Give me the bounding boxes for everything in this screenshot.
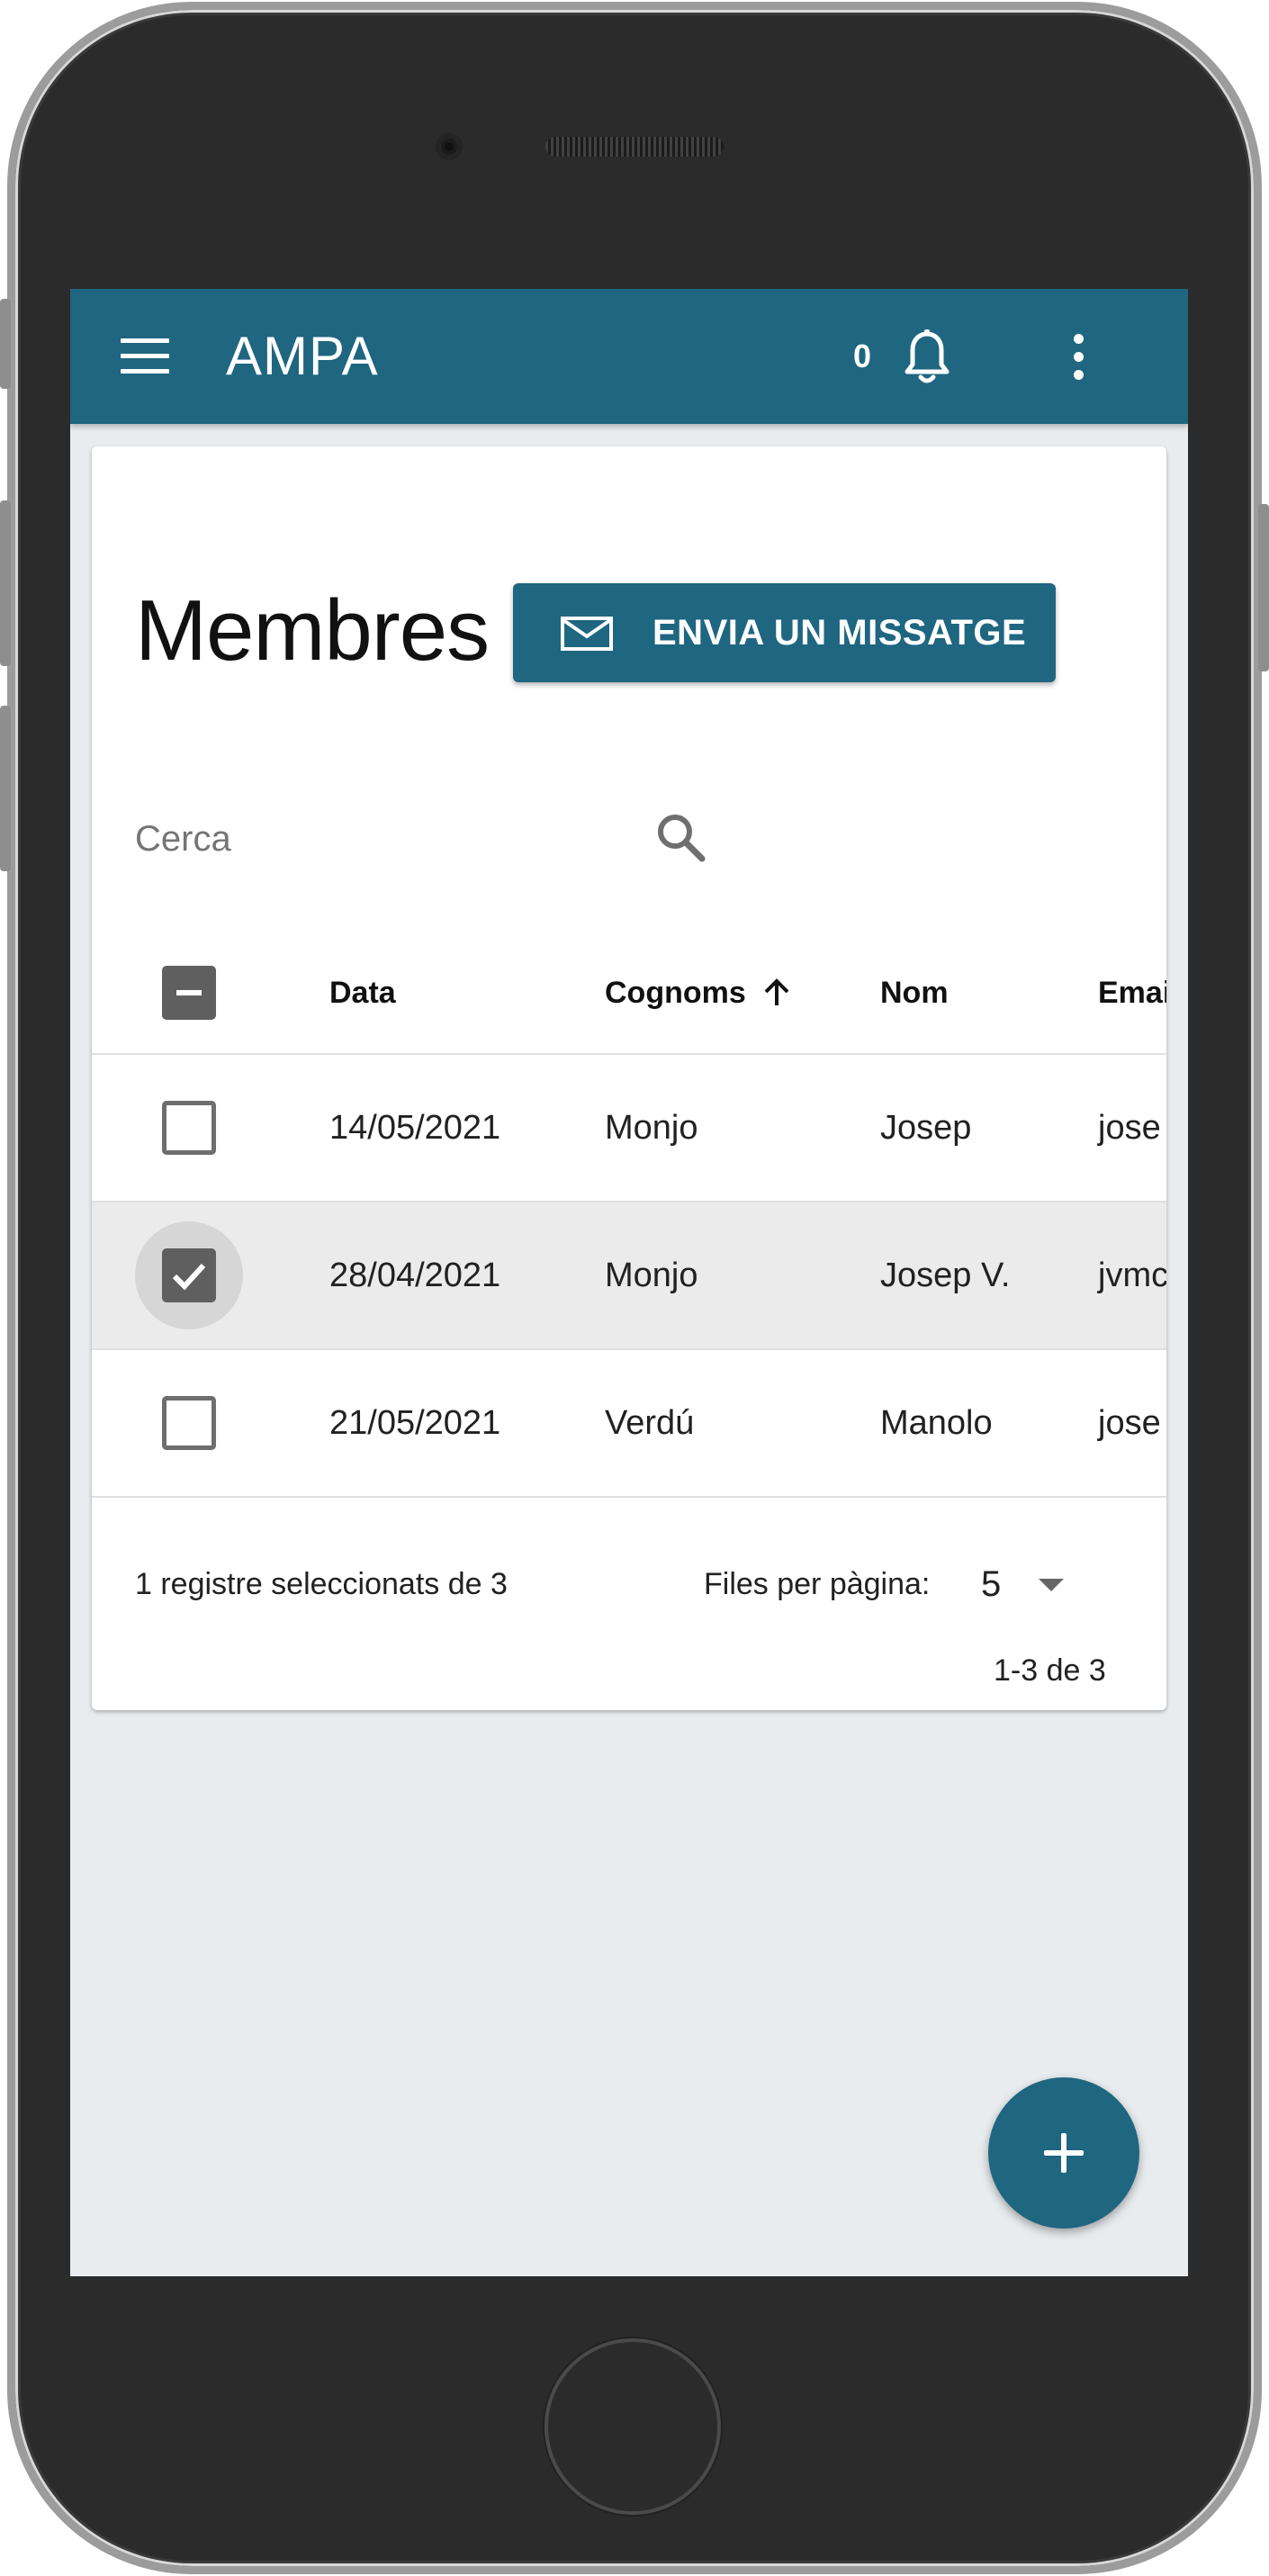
menu-icon[interactable] bbox=[121, 338, 169, 374]
select-all-checkbox[interactable] bbox=[162, 966, 216, 1020]
table-row[interactable]: 28/04/2021 Monjo Josep V. jvmc bbox=[92, 1202, 1166, 1350]
pagination-range: 1-3 de 3 bbox=[994, 1653, 1106, 1688]
selection-count: 1 registre seleccionats de 3 bbox=[135, 1567, 508, 1601]
notification-count: 0 bbox=[853, 338, 872, 374]
table-row[interactable]: 21/05/2021 Verdú Manolo jose bbox=[92, 1350, 1166, 1498]
cell-email: jvmc bbox=[1098, 1256, 1166, 1294]
cell-surname: Verdú bbox=[605, 1403, 695, 1442]
rows-per-page-label: Files per pàgina: bbox=[704, 1567, 931, 1601]
send-message-button[interactable]: ENVIA UN MISSATGE bbox=[513, 583, 1056, 682]
cell-date: 28/04/2021 bbox=[329, 1256, 501, 1294]
cell-email: jose bbox=[1098, 1403, 1161, 1442]
search-input[interactable] bbox=[135, 812, 603, 866]
app-title: AMPA bbox=[226, 326, 379, 386]
column-header-name[interactable]: Nom bbox=[880, 932, 949, 1053]
home-button[interactable] bbox=[544, 2338, 721, 2515]
mute-switch bbox=[0, 299, 11, 389]
column-header-surname[interactable]: Cognoms bbox=[605, 932, 793, 1053]
add-member-button[interactable] bbox=[988, 2077, 1139, 2229]
column-header-surname-label: Cognoms bbox=[605, 975, 746, 1010]
search-icon[interactable] bbox=[653, 810, 707, 864]
mail-icon bbox=[561, 617, 613, 651]
table-row[interactable]: 14/05/2021 Monjo Josep jose bbox=[92, 1055, 1166, 1202]
front-camera bbox=[436, 133, 463, 160]
row-checkbox[interactable] bbox=[162, 1248, 216, 1302]
volume-down-button bbox=[0, 706, 11, 871]
row-checkbox[interactable] bbox=[162, 1396, 216, 1450]
volume-up-button bbox=[0, 500, 11, 666]
rows-per-page-value: 5 bbox=[981, 1564, 1002, 1604]
cell-name: Manolo bbox=[880, 1403, 993, 1442]
cell-date: 14/05/2021 bbox=[329, 1108, 501, 1147]
column-header-date[interactable]: Data bbox=[329, 932, 396, 1053]
page-title: Membres bbox=[135, 582, 490, 679]
app-bar: AMPA 0 bbox=[70, 289, 1188, 424]
more-vert-icon[interactable] bbox=[1069, 332, 1087, 383]
cell-surname: Monjo bbox=[605, 1108, 698, 1147]
cell-name: Josep bbox=[880, 1108, 972, 1147]
rows-per-page-select[interactable]: 5 bbox=[981, 1557, 1080, 1611]
column-header-email[interactable]: Emai bbox=[1098, 932, 1166, 1053]
send-message-label: ENVIA UN MISSATGE bbox=[652, 613, 1027, 653]
arrow-up-icon bbox=[764, 978, 789, 1005]
plus-icon-vertical bbox=[1061, 2133, 1066, 2173]
screen: AMPA 0 Membres ENVIA UN MISSATGE Cerca D… bbox=[70, 289, 1188, 2276]
bell-icon[interactable] bbox=[904, 329, 950, 386]
earpiece-speaker bbox=[545, 137, 724, 157]
members-table: Data Cognoms Nom Emai 14/05/2021 Monjo J bbox=[92, 932, 1166, 1498]
cell-date: 21/05/2021 bbox=[329, 1403, 501, 1442]
row-checkbox[interactable] bbox=[162, 1101, 216, 1155]
cell-name: Josep V. bbox=[880, 1256, 1011, 1294]
check-icon bbox=[172, 1263, 206, 1291]
table-header-row: Data Cognoms Nom Emai bbox=[92, 932, 1166, 1055]
cell-email: jose bbox=[1098, 1108, 1161, 1147]
cell-surname: Monjo bbox=[605, 1256, 698, 1294]
power-button bbox=[1258, 504, 1269, 671]
dropdown-arrow-icon bbox=[1039, 1579, 1064, 1591]
members-card: Membres ENVIA UN MISSATGE Data bbox=[92, 446, 1166, 1710]
